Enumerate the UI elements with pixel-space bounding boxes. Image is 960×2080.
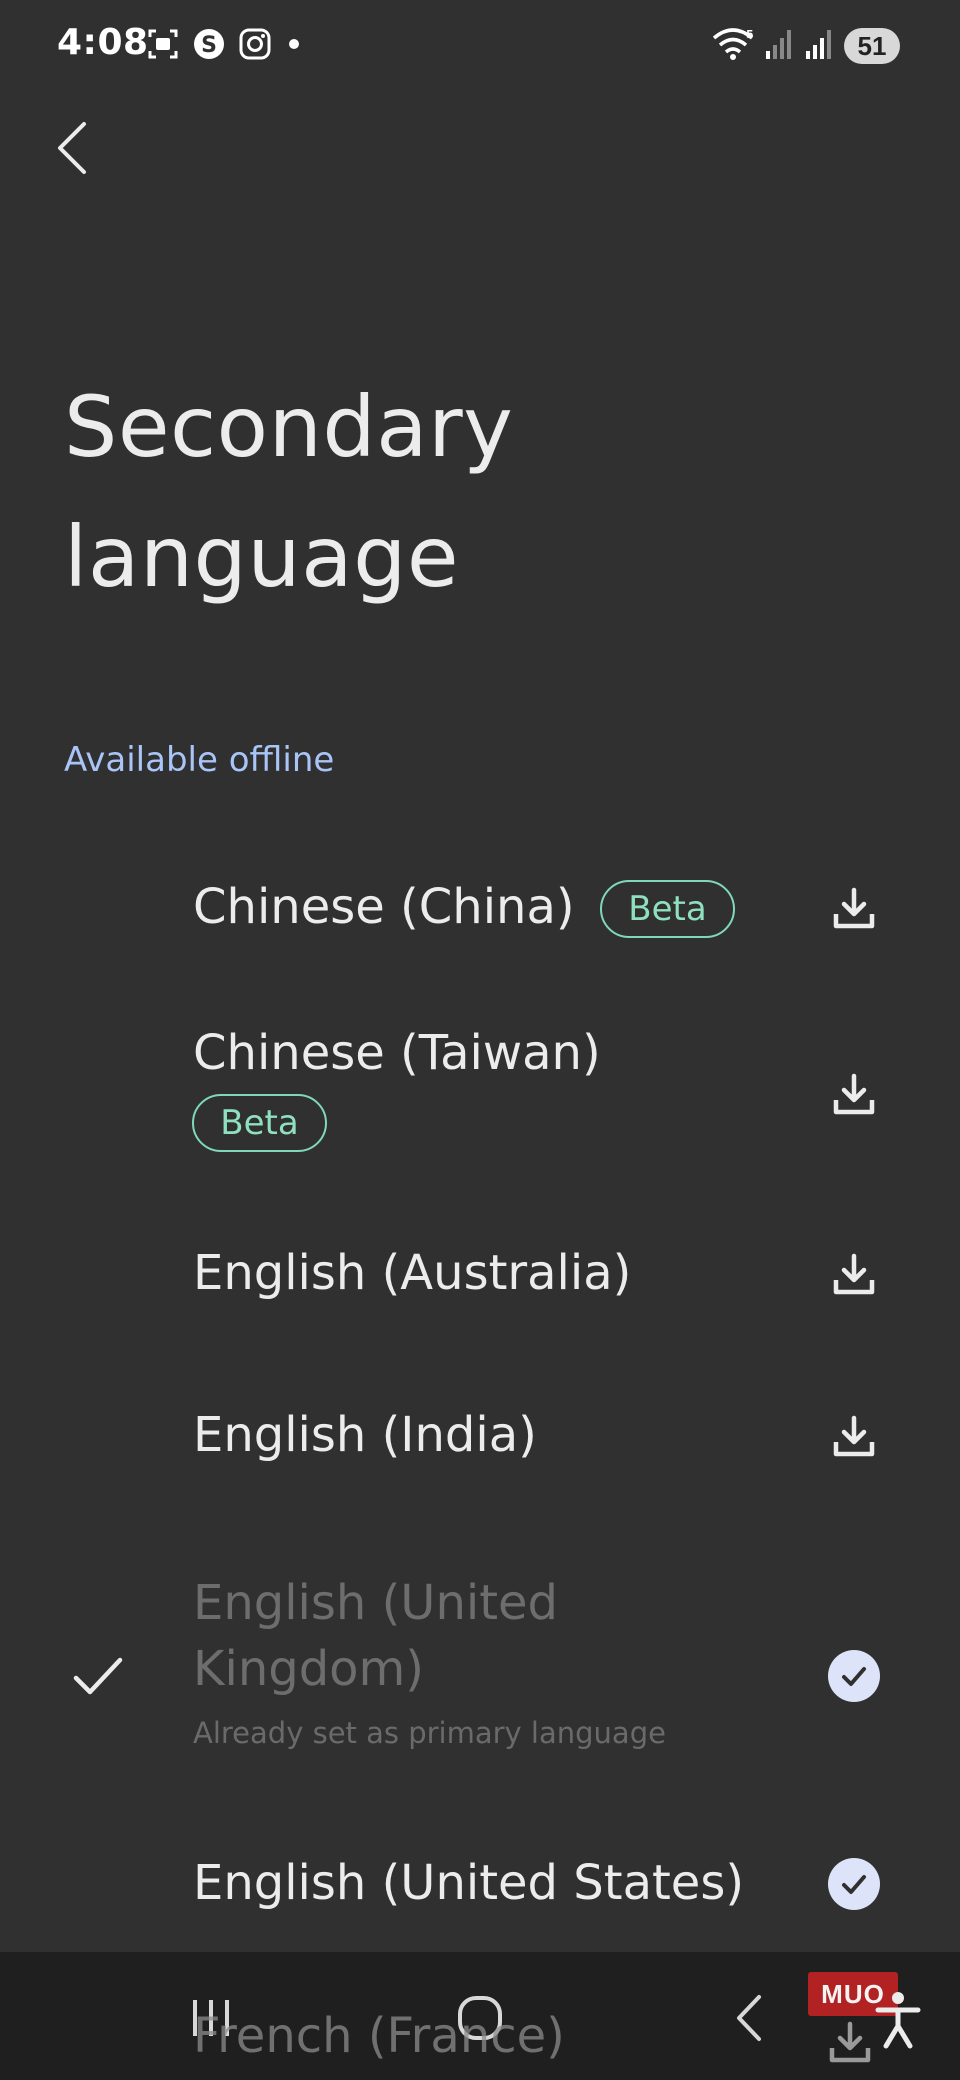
notification-dot-icon: [284, 27, 304, 65]
download-icon: [833, 1073, 875, 1115]
check-circle-icon: [828, 1650, 880, 1702]
download-button[interactable]: [826, 1066, 882, 1122]
battery-indicator: 51: [844, 28, 900, 64]
accessibility-icon[interactable]: [874, 1990, 922, 2050]
download-button[interactable]: [826, 880, 882, 936]
wifi-icon: 5: [712, 26, 754, 66]
language-item-english-india[interactable]: English (India): [0, 1402, 960, 1522]
status-icons-right: 5 51: [712, 26, 900, 66]
language-label: English (United States): [193, 1855, 745, 1911]
language-label: Chinese (China): [193, 879, 575, 935]
signal-icon-2: [804, 27, 834, 65]
chevron-left-icon: [58, 122, 86, 174]
checkmark-icon: [73, 1657, 123, 1695]
svg-text:S: S: [201, 33, 217, 58]
language-label: English (Australia): [193, 1245, 632, 1301]
beta-badge: Beta: [600, 880, 735, 938]
back-icon: [737, 1995, 761, 2041]
signal-icon: [764, 27, 794, 65]
language-item-chinese-taiwan[interactable]: Chinese (Taiwan) Beta: [0, 1010, 960, 1180]
svg-text:5: 5: [746, 28, 754, 41]
page-title-line1: Secondary: [64, 378, 514, 476]
beta-badge: Beta: [192, 1094, 327, 1152]
download-button[interactable]: [826, 1408, 882, 1464]
download-button[interactable]: [826, 2018, 874, 2070]
language-item-english-australia[interactable]: English (Australia): [0, 1240, 960, 1360]
status-time: 4:08: [57, 22, 149, 63]
section-header: Available offline: [64, 740, 335, 780]
page-title: Secondary language: [64, 362, 764, 622]
back-button[interactable]: [40, 108, 104, 188]
language-label: English (India): [193, 1407, 537, 1463]
language-label: Chinese (Taiwan): [193, 1025, 601, 1081]
language-label-line2: Kingdom): [193, 1641, 425, 1697]
download-button[interactable]: [826, 1246, 882, 1302]
system-back-button[interactable]: [714, 1988, 784, 2048]
instagram-icon: [238, 27, 272, 65]
download-icon: [833, 887, 875, 929]
downloaded-indicator: [826, 1856, 882, 1912]
status-icons-left: S: [146, 27, 304, 65]
check-circle-icon: [828, 1858, 880, 1910]
language-label-line1: English (United: [193, 1575, 559, 1631]
download-icon: [829, 2021, 871, 2063]
language-item-english-us[interactable]: English (United States): [0, 1850, 960, 1950]
page-title-line2: language: [64, 508, 460, 606]
language-item-english-uk: English (United Kingdom) Already set as …: [0, 1570, 960, 1770]
language-item-french-france-label: French (France): [193, 2008, 565, 2064]
download-icon: [833, 1253, 875, 1295]
status-bar: 4:08 S 5 51: [0, 0, 960, 92]
download-icon: [833, 1415, 875, 1457]
screenshot-icon: [146, 27, 180, 65]
language-item-chinese-china[interactable]: Chinese (China) Beta: [0, 850, 960, 970]
downloaded-indicator: [826, 1648, 882, 1704]
language-subtext: Already set as primary language: [193, 1716, 666, 1750]
sync-icon: S: [192, 27, 226, 65]
